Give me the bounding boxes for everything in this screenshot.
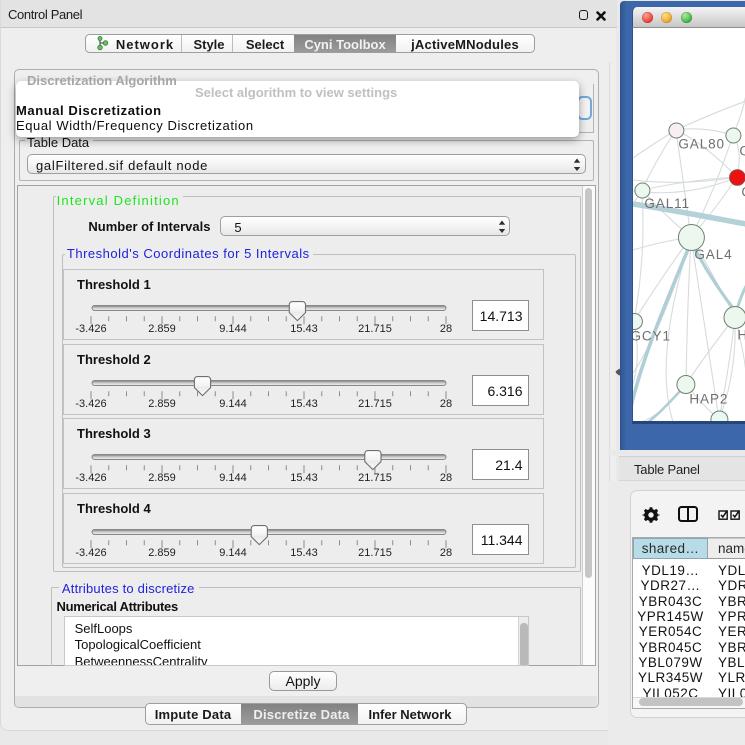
svg-text:GAL80: GAL80 bbox=[678, 136, 725, 151]
svg-text:GAL4: GAL4 bbox=[694, 247, 732, 262]
svg-text:HAP2: HAP2 bbox=[689, 391, 728, 406]
svg-text:GAL11: GAL11 bbox=[644, 196, 690, 211]
svg-text:GCY1: GCY1 bbox=[633, 328, 671, 343]
svg-text:HAP4: HAP4 bbox=[737, 327, 745, 342]
svg-text:CD: CD bbox=[741, 184, 745, 199]
svg-text:GAL3: GAL3 bbox=[739, 143, 745, 158]
